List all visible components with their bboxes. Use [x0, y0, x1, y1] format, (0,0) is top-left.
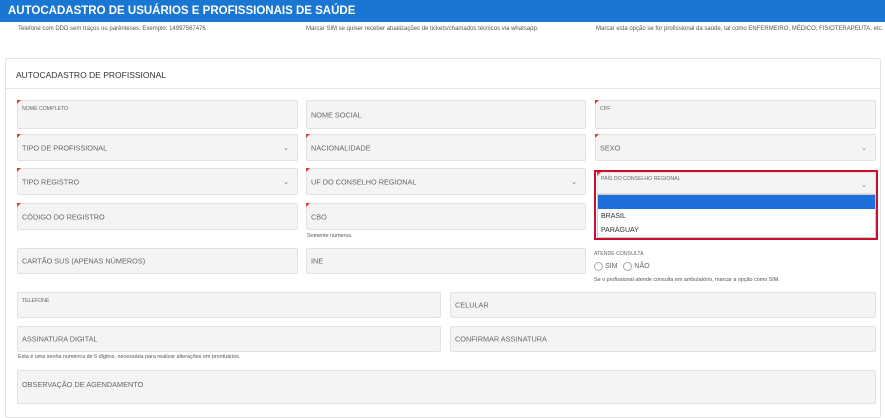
uf-conselho-select[interactable]: UF DO CONSELHO REGIONAL ⌄ — [306, 168, 586, 195]
nome-social-label: NOME SOCIAL — [311, 110, 362, 119]
hint-profissional: Marcar esta opção se for profissional da… — [596, 26, 884, 32]
cbo-label: CBO — [311, 212, 327, 221]
nacionalidade-label: NACIONALIDADE — [311, 143, 371, 152]
codigo-registro-label: CÓDIGO DO REGISTRO — [22, 212, 105, 221]
celular-label: CELULAR — [455, 300, 489, 310]
chevron-down-icon: ⌄ — [861, 144, 867, 152]
observacao-textarea[interactable]: OBSERVAÇÃO DE AGENDAMENTO — [17, 370, 876, 404]
uf-conselho-label: UF DO CONSELHO REGIONAL — [311, 177, 417, 186]
nao-radio[interactable] — [623, 262, 633, 271]
sexo-label: SEXO — [600, 143, 621, 152]
divider — [6, 88, 880, 89]
nao-label: NÃO — [634, 263, 650, 270]
ine-input[interactable]: INE — [306, 248, 586, 274]
atende-note: Se o profissional atende consulta em amb… — [594, 277, 780, 283]
assinatura-note: Esta é uma senha numérica de 6 dígitos, … — [18, 354, 241, 360]
pais-conselho-select[interactable]: PAÍS DO CONSELHO REGIONAL ⌄ — [597, 172, 876, 194]
cpf-label: CPF — [600, 106, 611, 112]
option-paraguay[interactable]: PARAGUAY — [598, 224, 875, 238]
tipo-registro-select[interactable]: TIPO REGISTRO ⌄ — [17, 168, 298, 195]
tipo-profissional-label: TIPO DE PROFISSIONAL — [22, 143, 108, 152]
atende-consulta-radio-group: SIM NÃO — [594, 262, 654, 271]
hint-whatsapp: Marcar SIM se quiser receber atualizaçõe… — [306, 26, 539, 32]
nacionalidade-input[interactable]: NACIONALIDADE — [306, 134, 586, 161]
sexo-select[interactable]: SEXO ⌄ — [595, 134, 876, 161]
page-header: AUTOCADASTRO DE USUÁRIOS E PROFISSIONAIS… — [0, 0, 885, 22]
option-brasil[interactable]: BRASIL — [598, 210, 875, 224]
tipo-registro-label: TIPO REGISTRO — [22, 177, 80, 186]
sim-label: SIM — [605, 263, 618, 270]
nome-completo-label: NOME COMPLETO — [22, 106, 69, 112]
codigo-registro-input[interactable]: CÓDIGO DO REGISTRO — [17, 203, 298, 230]
chevron-down-icon: ⌄ — [283, 178, 289, 186]
observacao-label: OBSERVAÇÃO DE AGENDAMENTO — [22, 380, 144, 389]
hints-row: Telefone com DDD sem traços ou parêntese… — [0, 22, 885, 56]
chevron-down-icon: ⌄ — [283, 144, 289, 152]
cbo-note: Somente números. — [307, 233, 353, 239]
tipo-profissional-select[interactable]: TIPO DE PROFISSIONAL ⌄ — [17, 134, 298, 161]
pais-conselho-label: PAÍS DO CONSELHO REGIONAL — [601, 176, 681, 182]
hint-telefone: Telefone com DDD sem traços ou parêntese… — [18, 26, 206, 32]
page-title: AUTOCADASTRO DE USUÁRIOS E PROFISSIONAIS… — [8, 5, 356, 17]
nome-completo-input[interactable]: NOME COMPLETO — [17, 100, 298, 129]
cartao-sus-label: CARTÃO SUS (APENAS NÚMEROS) — [22, 256, 146, 266]
assinatura-label: ASSINATURA DIGITAL — [22, 334, 98, 344]
telefone-label: TELEFONE — [22, 298, 50, 304]
confirmar-assinatura-label: CONFIRMAR ASSINATURA — [455, 334, 547, 344]
nome-social-input[interactable]: NOME SOCIAL — [306, 100, 586, 129]
cartao-sus-input[interactable]: CARTÃO SUS (APENAS NÚMEROS) — [17, 248, 298, 274]
sim-radio[interactable] — [594, 262, 603, 271]
chevron-down-icon: ⌄ — [571, 178, 577, 186]
celular-input[interactable]: CELULAR — [450, 292, 876, 318]
chevron-down-icon: ⌄ — [861, 182, 867, 189]
atende-consulta-title: ATENDE CONSULTA — [594, 251, 644, 257]
cbo-input[interactable]: CBO — [306, 203, 586, 230]
cpf-input[interactable]: CPF — [595, 100, 876, 129]
assinatura-input[interactable]: ASSINATURA DIGITAL — [17, 326, 441, 352]
ine-label: INE — [311, 256, 324, 266]
confirmar-assinatura-input[interactable]: CONFIRMAR ASSINATURA — [450, 326, 876, 352]
section-title: AUTOCADASTRO DE PROFISSIONAL — [16, 70, 167, 80]
telefone-input[interactable]: TELEFONE — [17, 292, 441, 318]
pais-conselho-options: BRASIL PARAGUAY — [597, 194, 876, 238]
option-empty[interactable] — [598, 195, 875, 209]
